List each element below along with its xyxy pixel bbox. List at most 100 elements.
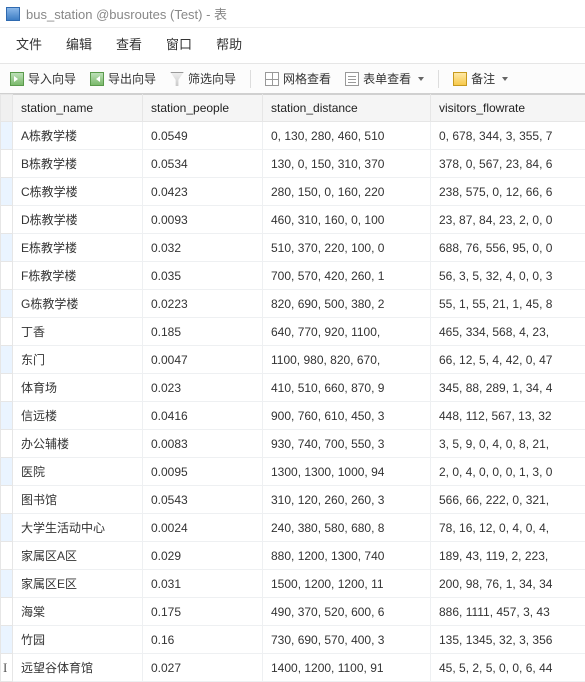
cell-station-name[interactable]: 家属区E区 [13, 570, 143, 598]
data-table[interactable]: station_name station_people station_dist… [0, 94, 585, 682]
cell-station-people[interactable]: 0.0534 [143, 150, 263, 178]
cell-station-distance[interactable]: 880, 1200, 1300, 740 [263, 542, 431, 570]
table-row[interactable]: 图书馆0.0543310, 120, 260, 260, 3566, 66, 2… [1, 486, 585, 514]
cell-station-distance[interactable]: 730, 690, 570, 400, 3 [263, 626, 431, 654]
table-row[interactable]: F栋教学楼0.035700, 570, 420, 260, 156, 3, 5,… [1, 262, 585, 290]
row-gutter[interactable] [1, 150, 13, 178]
cell-station-distance[interactable]: 700, 570, 420, 260, 1 [263, 262, 431, 290]
cell-visitors-flowrate[interactable]: 238, 575, 0, 12, 66, 6 [431, 178, 585, 206]
row-gutter[interactable] [1, 458, 13, 486]
menu-file[interactable]: 文件 [16, 34, 42, 53]
grid-view-button[interactable]: 网格查看 [261, 68, 335, 89]
cell-station-name[interactable]: G栋教学楼 [13, 290, 143, 318]
cell-visitors-flowrate[interactable]: 66, 12, 5, 4, 42, 0, 47 [431, 346, 585, 374]
export-wizard-button[interactable]: 导出向导 [86, 68, 160, 89]
cell-station-name[interactable]: E栋教学楼 [13, 234, 143, 262]
cell-station-name[interactable]: 海棠 [13, 598, 143, 626]
form-view-button[interactable]: 表单查看 [341, 68, 428, 89]
table-row[interactable]: 东门0.00471100, 980, 820, 670, 66, 12, 5, … [1, 346, 585, 374]
row-gutter[interactable] [1, 346, 13, 374]
row-gutter[interactable] [1, 542, 13, 570]
cell-station-name[interactable]: 图书馆 [13, 486, 143, 514]
cell-visitors-flowrate[interactable]: 55, 1, 55, 21, 1, 45, 8 [431, 290, 585, 318]
cell-station-distance[interactable]: 1100, 980, 820, 670, [263, 346, 431, 374]
table-row[interactable]: 信远楼0.0416900, 760, 610, 450, 3448, 112, … [1, 402, 585, 430]
cell-station-name[interactable]: 东门 [13, 346, 143, 374]
cell-station-people[interactable]: 0.027 [143, 654, 263, 682]
table-row[interactable]: 竹园0.16730, 690, 570, 400, 3135, 1345, 32… [1, 626, 585, 654]
cell-station-name[interactable]: 办公辅楼 [13, 430, 143, 458]
cell-visitors-flowrate[interactable]: 3, 5, 9, 0, 4, 0, 8, 21, [431, 430, 585, 458]
cell-station-people[interactable]: 0.0423 [143, 178, 263, 206]
cell-visitors-flowrate[interactable]: 0, 678, 344, 3, 355, 7 [431, 122, 585, 150]
row-gutter[interactable] [1, 318, 13, 346]
cell-station-people[interactable]: 0.0083 [143, 430, 263, 458]
cell-station-name[interactable]: 大学生活动中心 [13, 514, 143, 542]
table-row[interactable]: 医院0.00951300, 1300, 1000, 942, 0, 4, 0, … [1, 458, 585, 486]
cell-station-name[interactable]: 远望谷体育馆 [13, 654, 143, 682]
cell-station-name[interactable]: A栋教学楼 [13, 122, 143, 150]
table-row[interactable]: 家属区A区0.029880, 1200, 1300, 740189, 43, 1… [1, 542, 585, 570]
cell-visitors-flowrate[interactable]: 448, 112, 567, 13, 32 [431, 402, 585, 430]
cell-station-name[interactable]: 丁香 [13, 318, 143, 346]
cell-station-distance[interactable]: 0, 130, 280, 460, 510 [263, 122, 431, 150]
cell-station-people[interactable]: 0.0093 [143, 206, 263, 234]
cell-visitors-flowrate[interactable]: 56, 3, 5, 32, 4, 0, 0, 3 [431, 262, 585, 290]
table-row[interactable]: 丁香0.185640, 770, 920, 1100, 465, 334, 56… [1, 318, 585, 346]
cell-station-distance[interactable]: 820, 690, 500, 380, 2 [263, 290, 431, 318]
table-row[interactable]: D栋教学楼0.0093460, 310, 160, 0, 10023, 87, … [1, 206, 585, 234]
cell-station-people[interactable]: 0.023 [143, 374, 263, 402]
cell-station-name[interactable]: 体育场 [13, 374, 143, 402]
cell-station-name[interactable]: F栋教学楼 [13, 262, 143, 290]
cell-station-people[interactable]: 0.0416 [143, 402, 263, 430]
cell-visitors-flowrate[interactable]: 78, 16, 12, 0, 4, 0, 4, [431, 514, 585, 542]
cell-station-people[interactable]: 0.0024 [143, 514, 263, 542]
cell-station-distance[interactable]: 900, 760, 610, 450, 3 [263, 402, 431, 430]
cell-station-distance[interactable]: 640, 770, 920, 1100, [263, 318, 431, 346]
cell-visitors-flowrate[interactable]: 135, 1345, 32, 3, 356 [431, 626, 585, 654]
cell-visitors-flowrate[interactable]: 688, 76, 556, 95, 0, 0 [431, 234, 585, 262]
cell-station-distance[interactable]: 490, 370, 520, 600, 6 [263, 598, 431, 626]
row-gutter[interactable] [1, 402, 13, 430]
cell-station-people[interactable]: 0.035 [143, 262, 263, 290]
cell-visitors-flowrate[interactable]: 2, 0, 4, 0, 0, 0, 1, 3, 0 [431, 458, 585, 486]
row-gutter[interactable] [1, 206, 13, 234]
row-gutter[interactable] [1, 514, 13, 542]
cell-station-name[interactable]: B栋教学楼 [13, 150, 143, 178]
cell-station-distance[interactable]: 310, 120, 260, 260, 3 [263, 486, 431, 514]
table-row[interactable]: 远望谷体育馆0.0271400, 1200, 1100, 9145, 5, 2,… [1, 654, 585, 682]
cell-visitors-flowrate[interactable]: 23, 87, 84, 23, 2, 0, 0 [431, 206, 585, 234]
cell-station-distance[interactable]: 240, 380, 580, 680, 8 [263, 514, 431, 542]
cell-station-people[interactable]: 0.175 [143, 598, 263, 626]
cell-station-name[interactable]: C栋教学楼 [13, 178, 143, 206]
row-gutter[interactable] [1, 122, 13, 150]
row-gutter[interactable] [1, 374, 13, 402]
cell-station-distance[interactable]: 1500, 1200, 1200, 11 [263, 570, 431, 598]
cell-visitors-flowrate[interactable]: 189, 43, 119, 2, 223, [431, 542, 585, 570]
cell-station-name[interactable]: 医院 [13, 458, 143, 486]
row-gutter[interactable] [1, 626, 13, 654]
menu-edit[interactable]: 编辑 [66, 34, 92, 53]
menu-view[interactable]: 查看 [116, 34, 142, 53]
row-gutter[interactable] [1, 234, 13, 262]
cell-station-distance[interactable]: 460, 310, 160, 0, 100 [263, 206, 431, 234]
table-row[interactable]: 海棠0.175490, 370, 520, 600, 6886, 1111, 4… [1, 598, 585, 626]
cell-station-people[interactable]: 0.0549 [143, 122, 263, 150]
cell-station-people[interactable]: 0.0223 [143, 290, 263, 318]
row-gutter[interactable] [1, 290, 13, 318]
table-row[interactable]: C栋教学楼0.0423280, 150, 0, 160, 220238, 575… [1, 178, 585, 206]
cell-visitors-flowrate[interactable]: 378, 0, 567, 23, 84, 6 [431, 150, 585, 178]
note-button[interactable]: 备注 [449, 68, 512, 89]
table-row[interactable]: 大学生活动中心0.0024240, 380, 580, 680, 878, 16… [1, 514, 585, 542]
cell-station-distance[interactable]: 930, 740, 700, 550, 3 [263, 430, 431, 458]
cell-station-people[interactable]: 0.16 [143, 626, 263, 654]
cell-station-name[interactable]: D栋教学楼 [13, 206, 143, 234]
cell-visitors-flowrate[interactable]: 886, 1111, 457, 3, 43 [431, 598, 585, 626]
cell-station-people[interactable]: 0.032 [143, 234, 263, 262]
row-gutter[interactable] [1, 178, 13, 206]
menu-help[interactable]: 帮助 [216, 34, 242, 53]
cell-station-distance[interactable]: 280, 150, 0, 160, 220 [263, 178, 431, 206]
cell-visitors-flowrate[interactable]: 345, 88, 289, 1, 34, 4 [431, 374, 585, 402]
import-wizard-button[interactable]: 导入向导 [6, 68, 80, 89]
table-row[interactable]: E栋教学楼0.032510, 370, 220, 100, 0688, 76, … [1, 234, 585, 262]
